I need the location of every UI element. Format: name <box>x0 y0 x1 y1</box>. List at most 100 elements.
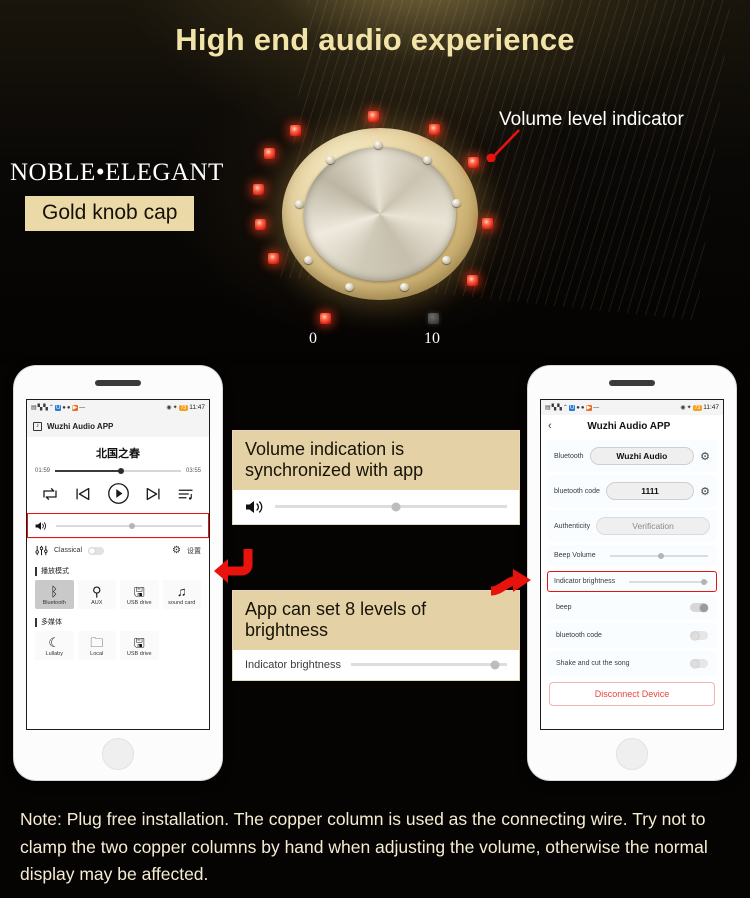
gear-icon[interactable]: ⚙ <box>700 485 710 498</box>
gold-knob-badge: Gold knob cap <box>25 196 195 231</box>
callout-volume-sync: Volume indication is synchronized with a… <box>233 431 519 524</box>
row-indicator-brightness-highlighted[interactable]: Indicator brightness <box>547 571 717 592</box>
settings-title: Wuzhi Audio APP <box>587 420 671 432</box>
promo-page: High end audio experience NOBLE•ELEGANT … <box>0 0 750 898</box>
section-marker <box>35 566 37 576</box>
more-icon: — <box>79 404 86 411</box>
row-value[interactable]: Verification <box>596 517 710 535</box>
play-mode-tiles: ᛒ Bluetooth ⚲ AUX 🖫 USB drive ♫ sound ca… <box>27 578 209 613</box>
playlist-icon[interactable] <box>177 486 195 502</box>
section-marker <box>35 617 37 627</box>
led-indicator-4 <box>264 148 275 159</box>
scale-max-label: 10 <box>424 330 440 347</box>
callout-title: Volume indication is synchronized with a… <box>233 431 519 490</box>
shake-cut-song-toggle[interactable] <box>690 659 708 668</box>
slider-handle[interactable] <box>490 660 500 670</box>
beep-toggle[interactable] <box>690 603 708 612</box>
tile-usb-drive[interactable]: 🖫 USB drive <box>120 580 159 609</box>
play-icon[interactable] <box>107 482 130 505</box>
phone-home-button[interactable] <box>102 738 134 770</box>
callout-brightness-slider[interactable] <box>351 660 507 670</box>
app-icon: U <box>54 404 62 411</box>
slider-handle[interactable] <box>701 578 708 585</box>
app-header: ♪ Wuzhi Audio APP <box>27 415 209 437</box>
more-icon: — <box>593 404 600 411</box>
play-mode-heading: 播放模式 <box>27 562 209 578</box>
row-shake-cut-song-toggle[interactable]: Shake and cut the song <box>547 651 717 676</box>
player-panel: 北国之春 01:59 03:55 <box>27 437 209 513</box>
knob-screw <box>400 283 409 291</box>
bluetooth-code-toggle[interactable] <box>690 631 708 640</box>
arrow-to-volume-row <box>214 549 253 583</box>
row-value[interactable]: 1111 <box>605 482 695 500</box>
app-icon: ▶ <box>71 404 79 411</box>
progress-handle[interactable] <box>117 468 124 474</box>
battery-icon: 73 <box>178 404 189 411</box>
callout-body <box>233 489 519 524</box>
wifi-icon: ⌃ <box>562 404 568 411</box>
tile-bluetooth[interactable]: ᛒ Bluetooth <box>35 580 74 609</box>
equalizer-icon <box>35 545 48 556</box>
gear-icon[interactable]: ⚙ <box>172 545 181 556</box>
settings-label[interactable]: 设置 <box>187 546 201 556</box>
beep-volume-slider[interactable] <box>609 552 708 559</box>
tile-label: USB drive <box>126 651 152 657</box>
disconnect-device-button[interactable]: Disconnect Device <box>549 682 715 706</box>
repeat-icon[interactable] <box>41 486 59 502</box>
next-icon[interactable] <box>145 486 162 502</box>
tile-label: Lullaby <box>45 651 63 657</box>
callout-body-label: Indicator brightness <box>245 658 341 671</box>
progress-slider[interactable] <box>55 468 181 474</box>
row-beep-volume[interactable]: Beep Volume <box>547 545 717 566</box>
slider-handle[interactable] <box>657 552 664 559</box>
tile-lullaby[interactable]: ☾ Lullaby <box>35 631 74 660</box>
folder-icon: 🗀 <box>90 635 104 650</box>
duration-time: 03:55 <box>185 468 201 474</box>
tile-local[interactable]: 🗀 Local <box>77 631 116 660</box>
equalizer-row[interactable]: Classical ⚙ 设置 <box>27 538 209 562</box>
battery-icon: 73 <box>692 404 703 411</box>
row-beep-toggle[interactable]: beep <box>547 595 717 620</box>
footer-note: Note: Plug free installation. The copper… <box>20 809 708 885</box>
eye-icon: ◉ <box>166 404 172 411</box>
tile-usb-drive[interactable]: 🖫 USB drive <box>120 631 159 660</box>
row-bluetooth-code-toggle[interactable]: bluetooth code <box>547 623 717 648</box>
row-label: Indicator brightness <box>554 578 616 585</box>
tile-label: AUX <box>91 600 103 606</box>
progress-fill <box>55 470 121 472</box>
row-bluetooth[interactable]: Bluetooth Wuzhi Audio ⚙ <box>547 440 717 472</box>
row-bluetooth-code[interactable]: bluetooth code 1111 ⚙ <box>547 475 717 507</box>
knob-face <box>304 147 456 281</box>
row-label: bluetooth code <box>554 487 600 495</box>
previous-icon[interactable] <box>74 486 91 502</box>
volume-slider[interactable] <box>56 523 202 529</box>
led-indicator-6 <box>368 111 379 122</box>
led-indicator-5 <box>290 125 301 136</box>
indicator-brightness-slider[interactable] <box>629 578 708 585</box>
music-note-icon: ♫ <box>176 584 187 599</box>
volume-slider-handle[interactable] <box>128 523 135 529</box>
led-indicator-3 <box>253 184 264 195</box>
tile-aux[interactable]: ⚲ AUX <box>77 580 116 609</box>
right-phone-mockup: ▤ ▚ ▚ ⌃ U ● ● ▶ — ◉ ✦ 73 11:47 ‹ Wuzhi A… <box>528 366 736 780</box>
eq-toggle[interactable] <box>88 546 105 555</box>
tile-label: Local <box>90 651 104 657</box>
multimedia-heading: 多媒体 <box>27 613 209 629</box>
row-value[interactable]: Wuzhi Audio <box>589 447 695 465</box>
row-authenticity[interactable]: Authenticity Verification <box>547 510 717 542</box>
app-icon: ● <box>62 404 66 411</box>
usb-icon: 🖫 <box>133 635 145 650</box>
sim-icon: ▤ <box>545 404 551 411</box>
volume-level-indicator-label: Volume level indicator <box>499 109 684 130</box>
slider-handle[interactable] <box>391 502 401 512</box>
gear-icon[interactable]: ⚙ <box>700 450 710 463</box>
status-bar: ▤ ▚ ▚ ⌃ U ● ● ▶ — ◉ ✦ 73 11:47 <box>27 400 209 415</box>
knob-screw <box>345 283 354 291</box>
callout-volume-slider[interactable] <box>275 502 507 512</box>
sim-icon: ▤ <box>31 404 37 411</box>
phone-home-button[interactable] <box>616 738 648 770</box>
row-label: Authenticity <box>554 522 591 530</box>
toggle-knob <box>89 547 96 554</box>
volume-row-highlighted[interactable] <box>27 513 209 538</box>
tile-sound-card[interactable]: ♫ sound card <box>162 580 201 609</box>
